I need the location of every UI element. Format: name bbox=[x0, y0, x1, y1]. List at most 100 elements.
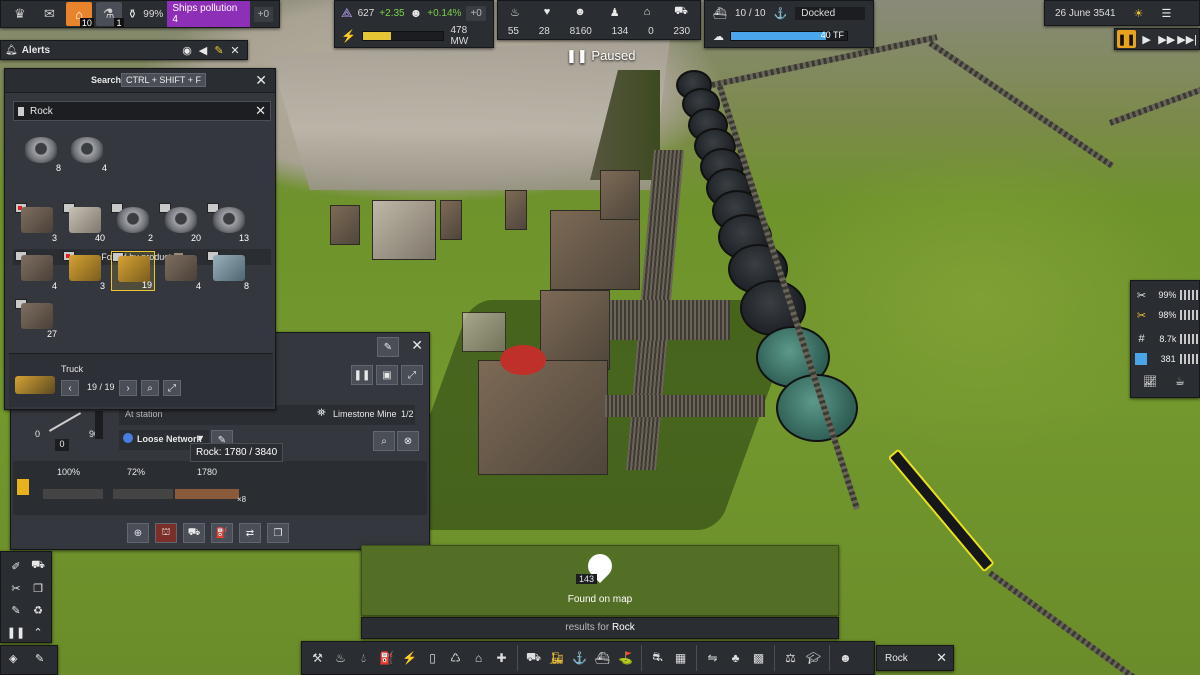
storage-icon[interactable]: ▦ bbox=[669, 646, 692, 670]
play-button[interactable]: ▶ bbox=[1137, 30, 1156, 48]
fast-button[interactable]: ▶▶ bbox=[1157, 30, 1176, 48]
locate-icon[interactable]: ⊕ bbox=[127, 523, 149, 543]
close-icon[interactable]: ✕ bbox=[227, 44, 243, 57]
crusher-building[interactable] bbox=[540, 290, 610, 370]
next-button[interactable]: › bbox=[119, 380, 137, 396]
product-tile[interactable]: 27 bbox=[15, 299, 59, 339]
camera-button[interactable]: ▣ bbox=[376, 365, 398, 385]
waste-icon[interactable]: ♺ bbox=[444, 646, 467, 670]
product-tile[interactable]: 40 bbox=[63, 203, 107, 243]
trees-icon[interactable]: ♣ bbox=[724, 646, 747, 670]
resource-row[interactable]: ✂ 98% bbox=[1135, 305, 1199, 325]
reverse-icon[interactable]: ⇄ bbox=[239, 523, 261, 543]
port-icon[interactable]: ⚓ bbox=[568, 646, 591, 670]
power-icon[interactable]: ⚡ bbox=[398, 646, 421, 670]
balance-icon[interactable]: ⚖ bbox=[779, 646, 802, 670]
education-icon[interactable]: 🎓︎ bbox=[802, 646, 825, 670]
pause-vehicle-button[interactable]: ❚❚ bbox=[351, 365, 373, 385]
settlement-button[interactable]: ⌂ 10 bbox=[66, 2, 94, 28]
result-tile[interactable]: 4 bbox=[65, 133, 109, 173]
resource-row[interactable]: ✂ 99% bbox=[1135, 285, 1199, 305]
close-icon[interactable]: ✕ bbox=[411, 337, 423, 354]
services-icon[interactable]: ✚ bbox=[490, 646, 513, 670]
eye-icon[interactable]: ◉ bbox=[179, 44, 195, 57]
open-icon[interactable]: ⤢ bbox=[163, 380, 181, 396]
product-tile[interactable]: 13 bbox=[207, 203, 251, 243]
smelter-building[interactable] bbox=[550, 210, 640, 290]
product-tile[interactable]: 20 bbox=[159, 203, 203, 243]
trophy-icon[interactable]: ♛ bbox=[7, 2, 33, 26]
housing-icon[interactable]: ⌂ bbox=[467, 646, 490, 670]
locomotive[interactable]: 100% bbox=[43, 465, 109, 509]
cargo-wagon[interactable]: 1780 ×8 bbox=[173, 465, 253, 509]
product-tile[interactable]: 3 bbox=[15, 203, 59, 243]
chemical-tank[interactable] bbox=[500, 345, 546, 375]
pause-button[interactable]: ❚❚ bbox=[1117, 30, 1137, 48]
dock-icon[interactable]: ⛳ bbox=[614, 646, 637, 670]
copy-icon[interactable]: ❐ bbox=[27, 578, 49, 598]
cut-icon[interactable]: ✂ bbox=[5, 578, 27, 598]
menu-icon[interactable]: ☰ bbox=[1162, 7, 1172, 20]
resource-row[interactable]: 381 bbox=[1135, 349, 1200, 369]
fastest-button[interactable]: ▶▶| bbox=[1177, 30, 1197, 48]
product-tile[interactable]: 8 bbox=[207, 251, 251, 291]
bulldozer-icon[interactable]: ⛟ bbox=[27, 556, 49, 576]
oil-icon[interactable]: ⛽ bbox=[375, 646, 398, 670]
depot-icon[interactable]: ⛫ bbox=[155, 523, 177, 543]
refuel-icon[interactable]: ⛽ bbox=[211, 523, 233, 543]
close-icon[interactable]: ✕ bbox=[936, 650, 947, 666]
mail-icon[interactable]: ✉ bbox=[37, 2, 63, 26]
search-icon[interactable]: ⌕ bbox=[373, 431, 395, 451]
sound-icon[interactable]: ◀ bbox=[195, 44, 211, 57]
water-icon[interactable]: 💧︎ bbox=[352, 646, 375, 670]
cancel-icon[interactable]: ⊗ bbox=[397, 431, 419, 451]
train-icon[interactable]: 🚂︎ bbox=[545, 646, 568, 670]
pin-icon[interactable]: ✎ bbox=[377, 337, 399, 357]
chart-icon[interactable]: 📈︎ bbox=[1143, 375, 1157, 388]
bottom-search[interactable]: Rock ✕ bbox=[876, 645, 954, 671]
terrain-icon[interactable]: ▩ bbox=[747, 646, 770, 670]
ships-pollution-badge[interactable]: Ships pollution 4 bbox=[167, 1, 250, 27]
battery-icon[interactable]: ▯ bbox=[421, 646, 444, 670]
vehicle-depot-icon[interactable]: ⛟ bbox=[522, 646, 545, 670]
upgrade-icon[interactable]: ⌃ bbox=[27, 622, 49, 642]
selected-train[interactable] bbox=[887, 448, 995, 573]
transfer-icon[interactable]: ⛟ bbox=[183, 523, 205, 543]
recycle-icon[interactable]: ♻ bbox=[27, 600, 49, 620]
product-tile-selected[interactable]: 19 bbox=[111, 251, 155, 291]
storage-building[interactable] bbox=[330, 205, 360, 245]
result-tile[interactable]: 8 bbox=[19, 133, 63, 173]
furnace-building[interactable] bbox=[600, 170, 640, 220]
edit-icon[interactable]: ✎ bbox=[35, 652, 44, 665]
smelting-icon[interactable]: ♨ bbox=[329, 646, 352, 670]
search-icon[interactable]: ⌕ bbox=[141, 380, 159, 396]
warehouse-building[interactable] bbox=[372, 200, 436, 260]
found-on-map-panel[interactable]: 143 Found on map bbox=[361, 545, 839, 616]
locomotive[interactable]: 72% bbox=[113, 465, 179, 509]
ship-icon[interactable]: ⛴ bbox=[591, 646, 614, 670]
food-icon[interactable]: ☕︎ bbox=[1175, 375, 1185, 388]
people-icon[interactable]: ☻ bbox=[834, 646, 857, 670]
resource-row[interactable]: # 8.7k bbox=[1135, 329, 1199, 349]
storage-building[interactable] bbox=[505, 190, 527, 230]
route-button[interactable]: ⤢ bbox=[401, 365, 423, 385]
product-tile[interactable]: 3 bbox=[63, 251, 107, 291]
layers-icon[interactable]: ◈ bbox=[9, 652, 17, 665]
prev-button[interactable]: ‹ bbox=[61, 380, 79, 396]
destination-label[interactable]: Limestone Mine bbox=[333, 409, 397, 419]
refinery-building[interactable] bbox=[478, 360, 608, 475]
clear-icon[interactable]: ✕ bbox=[255, 103, 266, 119]
copy-icon[interactable]: ❐ bbox=[267, 523, 289, 543]
search-input[interactable]: Rock ✕ bbox=[13, 101, 271, 121]
storage-building[interactable] bbox=[440, 200, 462, 240]
brush-icon[interactable]: ✐ bbox=[5, 556, 27, 576]
logistics-icon[interactable]: ⇋ bbox=[701, 646, 724, 670]
close-icon[interactable]: ✕ bbox=[255, 72, 267, 89]
product-tile[interactable]: 4 bbox=[15, 251, 59, 291]
research-button[interactable]: ⚗ 1 bbox=[95, 2, 124, 28]
pin-icon[interactable]: ✎ bbox=[211, 44, 227, 57]
product-tile[interactable]: 4 bbox=[159, 251, 203, 291]
eyedropper-icon[interactable]: ✎ bbox=[5, 600, 27, 620]
pause-building-icon[interactable]: ❚❚ bbox=[5, 622, 27, 642]
mining-icon[interactable]: ⚒ bbox=[306, 646, 329, 670]
